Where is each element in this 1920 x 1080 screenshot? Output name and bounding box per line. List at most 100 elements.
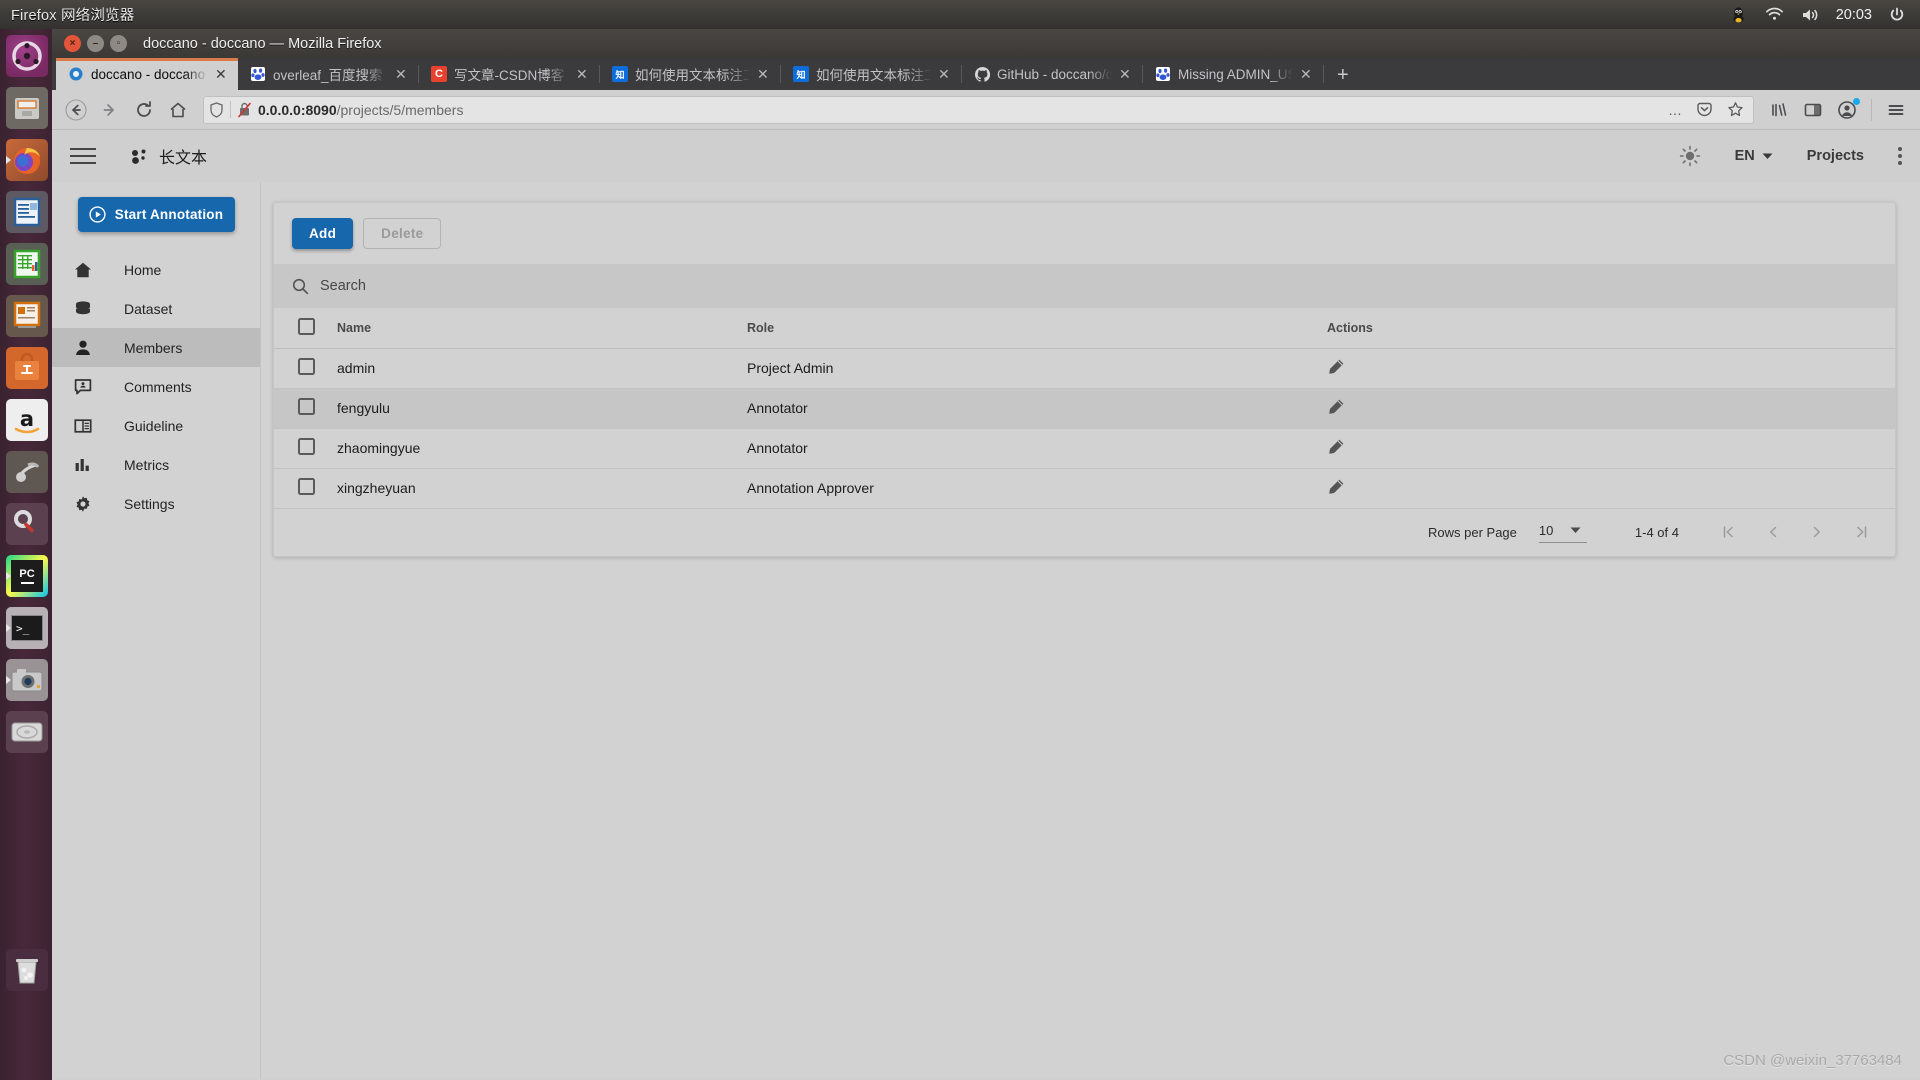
tab-label: doccano - doccano (91, 67, 208, 82)
browser-tab-zhihu-2[interactable]: 知 如何使用文本标注工具— ✕ (781, 58, 961, 90)
launcher-files-icon[interactable] (6, 87, 48, 129)
power-icon[interactable] (1886, 5, 1908, 25)
browser-tab-missing-admin-username[interactable]: Missing ADMIN_USERNA ✕ (1143, 58, 1323, 90)
next-page-icon[interactable] (1809, 524, 1825, 540)
row-checkbox[interactable] (298, 358, 315, 375)
tab-close-icon[interactable]: ✕ (938, 67, 952, 81)
start-annotation-button[interactable]: Start Annotation (78, 197, 235, 232)
home-icon[interactable] (162, 95, 194, 125)
pencil-icon[interactable] (1327, 398, 1345, 416)
sidebar-item-dataset[interactable]: Dataset (52, 289, 260, 328)
window-maximize-button[interactable]: ▫ (110, 35, 127, 52)
row-checkbox[interactable] (298, 478, 315, 495)
sidebar-item-members[interactable]: Members (52, 328, 260, 367)
prev-page-icon[interactable] (1765, 524, 1781, 540)
star-icon[interactable] (1723, 101, 1748, 118)
tab-close-icon[interactable]: ✕ (1300, 67, 1314, 81)
launcher-system-settings-icon[interactable] (6, 503, 48, 545)
launcher-disk-icon[interactable] (6, 711, 48, 753)
url-text[interactable]: 0.0.0.0:8090/projects/5/members (258, 102, 1658, 118)
library-icon[interactable] (1763, 95, 1795, 125)
pencil-icon[interactable] (1327, 358, 1345, 376)
browser-tab-github[interactable]: GitHub - doccano/doccan ✕ (962, 58, 1142, 90)
window-minimize-button[interactable]: – (87, 35, 104, 52)
page-actions-icon[interactable]: … (1664, 102, 1686, 118)
pencil-icon[interactable] (1327, 478, 1345, 496)
sidebar-icon[interactable] (1797, 95, 1829, 125)
browser-tab-overleaf-baidu[interactable]: overleaf_百度搜索 ✕ (238, 58, 418, 90)
reload-icon[interactable] (128, 95, 160, 125)
window-close-button[interactable]: × (64, 35, 81, 52)
main-content: Add Delete Search (261, 182, 1920, 1079)
forward-icon[interactable] (94, 95, 126, 125)
tab-close-icon[interactable]: ✕ (576, 67, 590, 81)
chart-bar-icon (74, 456, 96, 474)
launcher-firefox-icon[interactable] (6, 139, 48, 181)
first-page-icon[interactable] (1721, 524, 1737, 540)
launcher-screenshot-icon[interactable] (6, 659, 48, 701)
launcher-trash-icon[interactable] (6, 949, 48, 991)
sidebar-item-home[interactable]: Home (52, 250, 260, 289)
hamburger-icon[interactable] (70, 143, 96, 169)
volume-icon[interactable] (1800, 5, 1822, 25)
app-menu-icon[interactable] (1880, 95, 1912, 125)
browser-tab-zhihu-1[interactable]: 知 如何使用文本标注工具— ✕ (600, 58, 780, 90)
members-toolbar: Add Delete (274, 203, 1895, 264)
launcher-libreoffice-calc-icon[interactable] (6, 243, 48, 285)
projects-link[interactable]: Projects (1807, 148, 1864, 164)
linux-penguin-icon[interactable] (1728, 5, 1750, 25)
row-role: Project Admin (747, 348, 1327, 388)
tab-close-icon[interactable]: ✕ (1119, 67, 1133, 81)
launcher-libreoffice-impress-icon[interactable] (6, 295, 48, 337)
launcher-ubuntu-software-icon[interactable] (6, 347, 48, 389)
pencil-icon[interactable] (1327, 438, 1345, 456)
url-bar[interactable]: 0.0.0.0:8090/projects/5/members … (203, 96, 1754, 124)
sidebar-item-settings[interactable]: Settings (52, 484, 260, 523)
language-selector[interactable]: EN (1735, 148, 1773, 164)
system-clock[interactable]: 20:03 (1836, 7, 1872, 23)
table-row[interactable]: zhaomingyue Annotator (274, 428, 1895, 468)
row-name: xingzheyuan (337, 468, 747, 508)
launcher-terminal-icon[interactable]: >_ (6, 607, 48, 649)
column-header-name[interactable]: Name (337, 308, 747, 348)
tab-close-icon[interactable]: ✕ (215, 67, 229, 81)
rows-per-page-select[interactable]: 10 (1539, 521, 1587, 543)
launcher-libreoffice-writer-icon[interactable] (6, 191, 48, 233)
table-row[interactable]: fengyulu Annotator (274, 388, 1895, 428)
row-checkbox[interactable] (298, 438, 315, 455)
shield-icon[interactable] (209, 102, 224, 118)
table-row[interactable]: admin Project Admin (274, 348, 1895, 388)
brand[interactable]: 长文本 (130, 144, 207, 168)
launcher-help-icon[interactable] (6, 451, 48, 493)
tab-label: GitHub - doccano/doccan (997, 67, 1112, 82)
insecure-connection-icon[interactable] (237, 102, 252, 118)
browser-tab-csdn[interactable]: C 写文章-CSDN博客 ✕ (419, 58, 599, 90)
table-row[interactable]: xingzheyuan Annotation Approver (274, 468, 1895, 508)
launcher-pycharm-icon[interactable]: PC (6, 555, 48, 597)
browser-tab-doccano[interactable]: doccano - doccano ✕ (56, 58, 238, 90)
add-button[interactable]: Add (292, 218, 353, 249)
sidebar-item-metrics[interactable]: Metrics (52, 445, 260, 484)
row-name: admin (337, 348, 747, 388)
sidebar-item-comments[interactable]: Comments (52, 367, 260, 406)
back-icon[interactable] (60, 95, 92, 125)
delete-button[interactable]: Delete (363, 218, 441, 249)
launcher-amazon-icon[interactable]: a (6, 399, 48, 441)
row-checkbox[interactable] (298, 398, 315, 415)
select-all-checkbox[interactable] (298, 318, 315, 335)
column-header-role[interactable]: Role (747, 308, 1327, 348)
tab-close-icon[interactable]: ✕ (757, 67, 771, 81)
launcher-ubuntu-dash-icon[interactable] (6, 35, 48, 77)
new-tab-button[interactable]: + (1324, 60, 1362, 90)
vertical-dots-icon[interactable] (1898, 147, 1902, 165)
app-bar-actions: EN Projects (1679, 145, 1902, 167)
account-icon[interactable] (1831, 95, 1863, 125)
row-actions (1327, 388, 1895, 428)
sidebar-item-guideline[interactable]: Guideline (52, 406, 260, 445)
pocket-icon[interactable] (1692, 101, 1717, 118)
sun-icon[interactable] (1679, 145, 1701, 167)
last-page-icon[interactable] (1853, 524, 1869, 540)
search-bar[interactable]: Search (274, 264, 1895, 308)
tab-close-icon[interactable]: ✕ (395, 67, 409, 81)
wifi-icon[interactable] (1764, 5, 1786, 25)
